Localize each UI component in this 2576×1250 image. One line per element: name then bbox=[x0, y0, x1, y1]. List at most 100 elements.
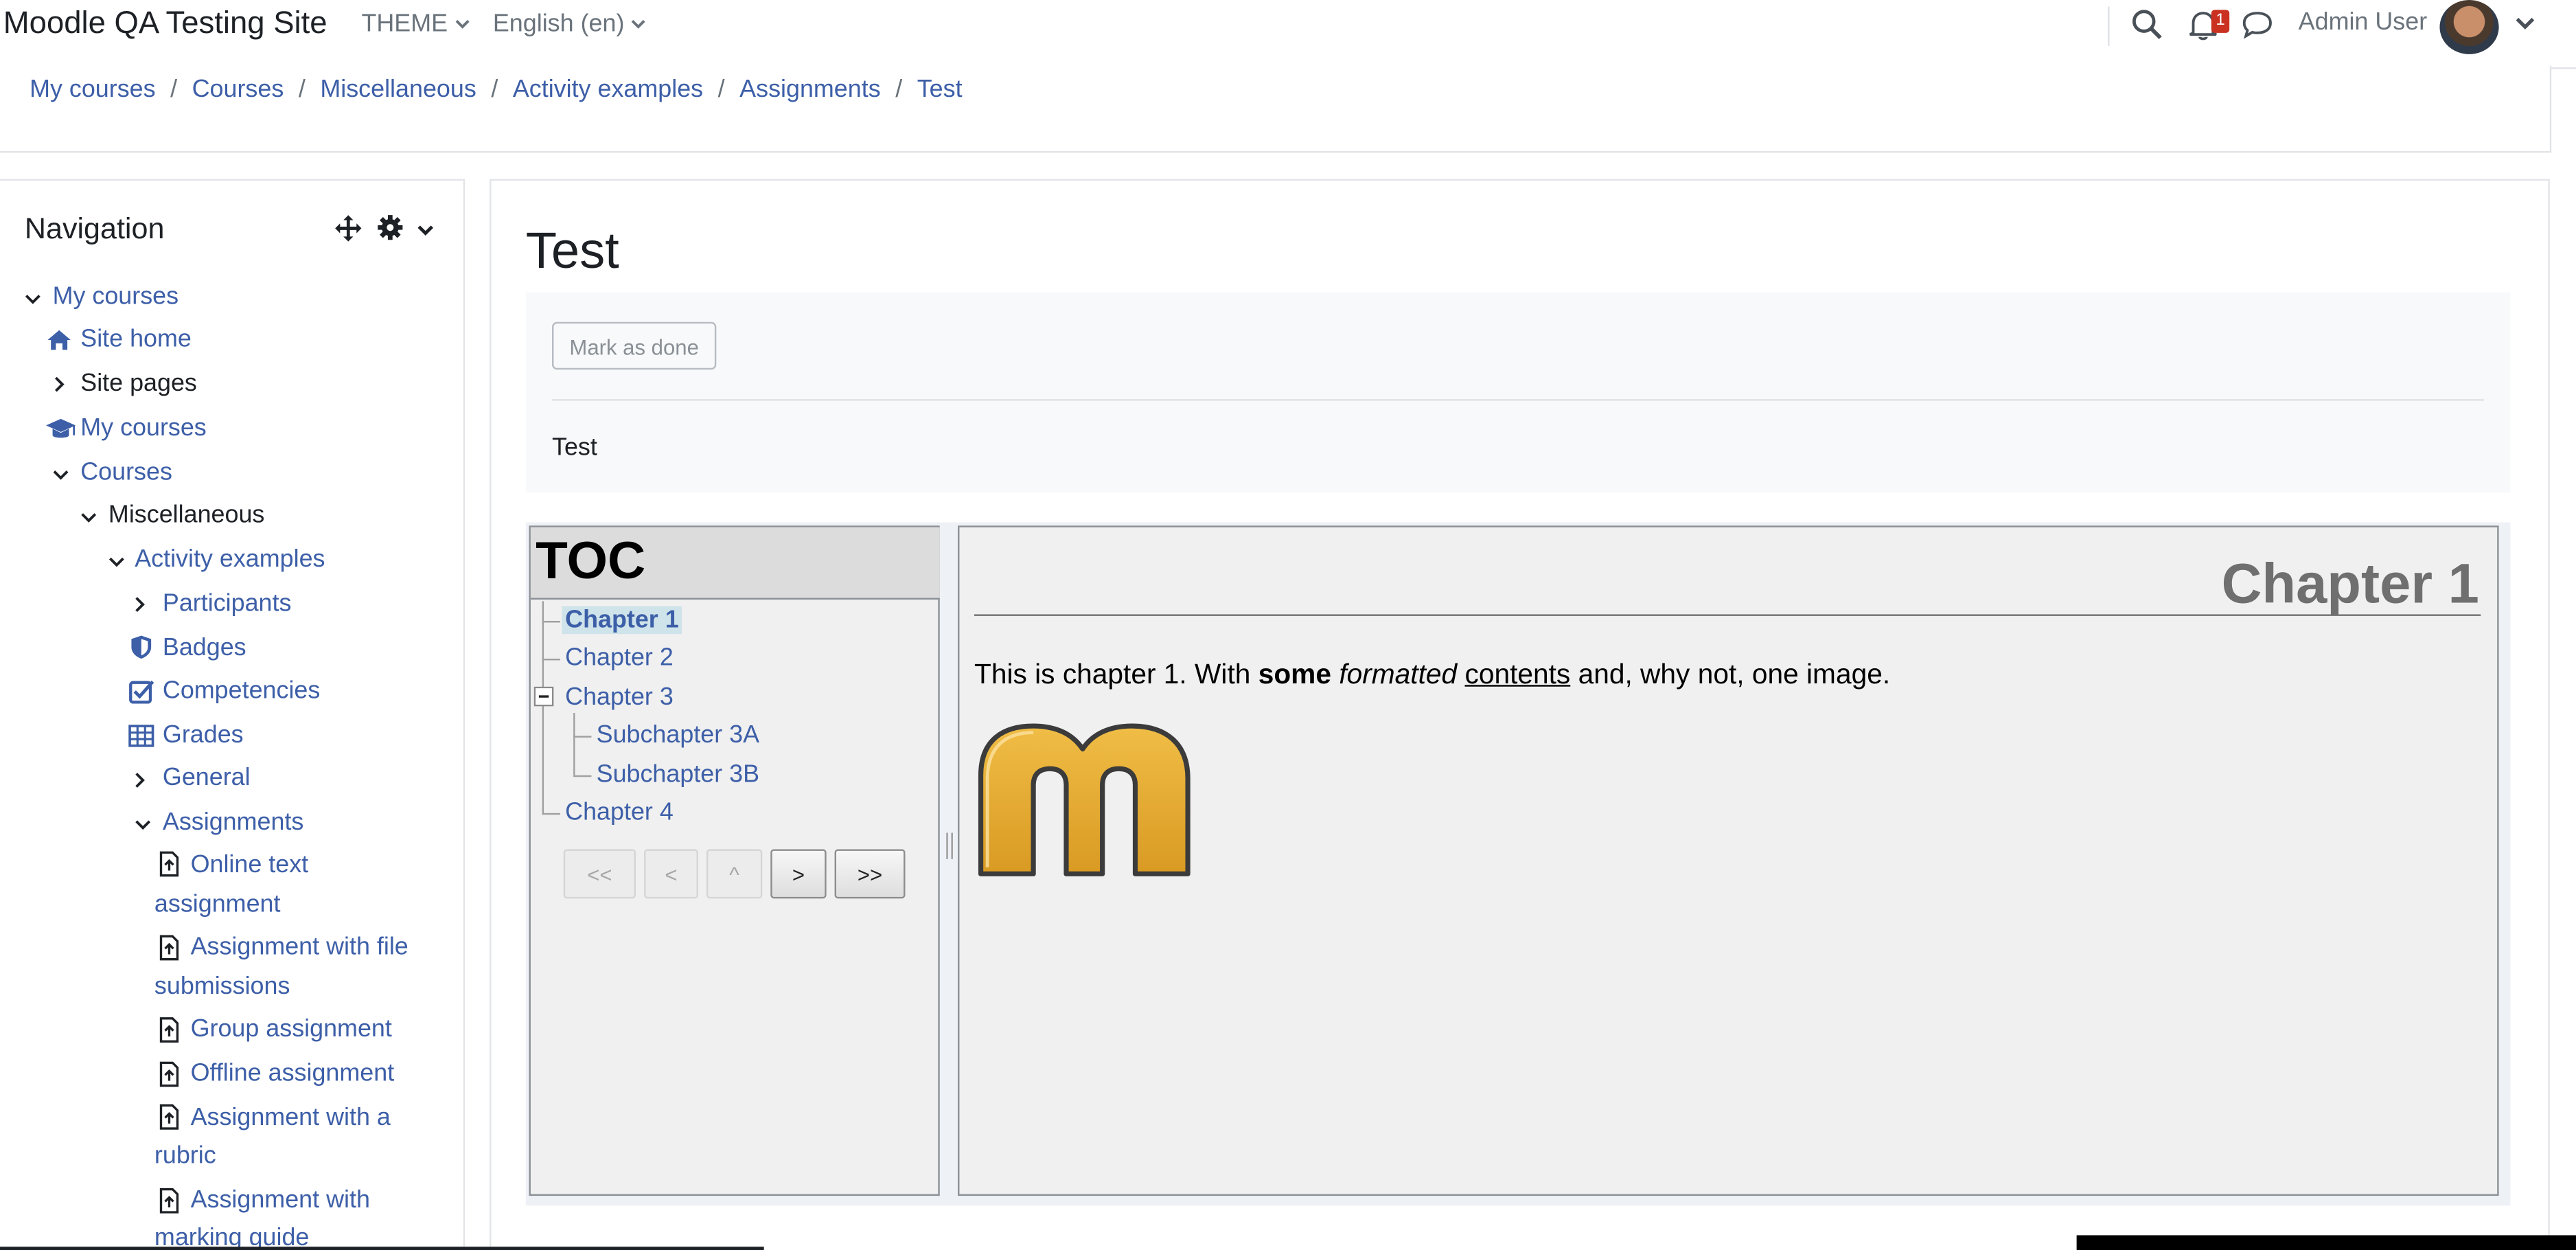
collapse-icon[interactable] bbox=[533, 686, 554, 707]
toc-tree-line bbox=[542, 812, 560, 815]
nav-item-badges[interactable]: Badges bbox=[163, 634, 246, 662]
nav-item-miscellaneous[interactable]: Miscellaneous bbox=[108, 501, 264, 529]
nav-item-my-courses-root[interactable]: My courses bbox=[53, 282, 179, 310]
chevron-right-icon[interactable] bbox=[131, 772, 148, 788]
navigation-title: Navigation bbox=[24, 212, 165, 245]
breadcrumb-item[interactable]: Assignments bbox=[739, 76, 880, 104]
divider bbox=[974, 614, 2481, 616]
nav-item-courses[interactable]: Courses bbox=[80, 458, 172, 486]
next-chapter-button[interactable]: > bbox=[770, 849, 827, 899]
nav-item-grades[interactable]: Grades bbox=[163, 721, 244, 749]
toc-tree-line bbox=[542, 621, 560, 623]
chapter-heading: Chapter 1 bbox=[2221, 553, 2479, 616]
activity-intro: Test bbox=[552, 433, 597, 462]
resize-handle[interactable] bbox=[946, 832, 953, 859]
chevron-down-icon bbox=[455, 20, 469, 29]
chevron-down-icon[interactable] bbox=[135, 817, 151, 833]
search-icon[interactable] bbox=[2129, 7, 2165, 43]
chapter-text-part: This is chapter 1. With bbox=[974, 659, 1258, 690]
toc-title: TOC bbox=[536, 530, 646, 590]
breadcrumb-item[interactable]: Activity examples bbox=[513, 76, 703, 104]
footer-bar bbox=[2076, 1235, 2576, 1250]
nav-item-assignment-line2[interactable]: assignment bbox=[154, 890, 281, 918]
toc-tree-line bbox=[573, 736, 592, 738]
shield-icon bbox=[131, 635, 152, 659]
page-title: Test bbox=[525, 221, 619, 280]
assignment-file-icon bbox=[159, 1061, 179, 1087]
breadcrumb-item[interactable]: Courses bbox=[192, 76, 284, 104]
chevron-down-icon[interactable] bbox=[25, 291, 41, 307]
chapter-text-italic: formatted bbox=[1339, 659, 1458, 690]
nav-item-site-home[interactable]: Site home bbox=[80, 326, 192, 354]
avatar[interactable] bbox=[2439, 0, 2499, 54]
chapter-text-bold: some bbox=[1258, 659, 1331, 690]
toc-tree-line bbox=[542, 601, 544, 815]
theme-menu-label: THEME bbox=[361, 10, 448, 38]
theme-menu[interactable]: THEME bbox=[361, 10, 469, 38]
chevron-down-icon[interactable] bbox=[2516, 13, 2535, 33]
breadcrumb-item[interactable]: My courses bbox=[30, 76, 156, 104]
nav-item-assignment[interactable]: Offline assignment bbox=[191, 1060, 395, 1088]
chevron-down-icon[interactable] bbox=[108, 554, 125, 570]
move-icon[interactable] bbox=[334, 214, 363, 243]
breadcrumb-separator: / bbox=[491, 76, 498, 104]
nav-item-assignments[interactable]: Assignments bbox=[163, 808, 303, 837]
moodle-logo-image bbox=[978, 723, 1191, 876]
chevron-right-icon[interactable] bbox=[51, 376, 67, 393]
chevron-right-icon[interactable] bbox=[131, 596, 148, 613]
messages-icon[interactable] bbox=[2240, 7, 2276, 43]
toc-subchapter-3b[interactable]: Subchapter 3B bbox=[597, 760, 759, 788]
language-menu-label: English (en) bbox=[492, 10, 625, 38]
notification-count-badge: 1 bbox=[2211, 10, 2230, 33]
nav-item-competencies[interactable]: Competencies bbox=[163, 677, 320, 705]
last-chapter-button[interactable]: >> bbox=[834, 849, 906, 899]
nav-item-assignment[interactable]: Assignment with a bbox=[191, 1104, 391, 1132]
chevron-down-icon[interactable] bbox=[53, 466, 69, 483]
home-icon bbox=[47, 330, 71, 350]
nav-item-assignment[interactable]: Assignment with bbox=[191, 1186, 370, 1214]
first-chapter-button[interactable]: << bbox=[563, 849, 636, 899]
chapter-text-part: and, why not, one image. bbox=[1570, 659, 1891, 690]
chapter-text: This is chapter 1. With some formatted c… bbox=[974, 659, 1890, 692]
breadcrumb-item[interactable]: Test bbox=[917, 76, 963, 104]
up-chapter-button[interactable]: ^ bbox=[706, 849, 763, 899]
nav-item-my-courses[interactable]: My courses bbox=[80, 414, 207, 442]
assignment-file-icon bbox=[159, 1188, 179, 1214]
chevron-down-icon bbox=[631, 20, 645, 29]
assignment-file-icon bbox=[159, 1104, 179, 1130]
chevron-down-icon[interactable] bbox=[80, 509, 97, 525]
user-menu-name[interactable]: Admin User bbox=[2299, 8, 2428, 36]
toc-chapter-1[interactable]: Chapter 1 bbox=[562, 606, 682, 635]
mark-as-done-button[interactable]: Mark as done bbox=[552, 321, 717, 370]
breadcrumb: My courses / Courses / Miscellaneous / Activit… bbox=[30, 76, 962, 104]
gear-icon[interactable] bbox=[376, 214, 404, 242]
nav-item-assignment[interactable]: Assignment with file bbox=[191, 933, 409, 961]
nav-item-assignment-line2[interactable]: submissions bbox=[154, 973, 290, 1001]
nav-item-assignment[interactable]: Online text bbox=[191, 851, 309, 879]
toc-chapter-2[interactable]: Chapter 2 bbox=[565, 644, 674, 672]
language-menu[interactable]: English (en) bbox=[493, 10, 646, 38]
nav-item-assignment[interactable]: Group assignment bbox=[191, 1015, 392, 1043]
breadcrumb-item[interactable]: Miscellaneous bbox=[320, 76, 476, 104]
toc-tree-line bbox=[573, 712, 575, 775]
chapter-text-underline: contents bbox=[1464, 659, 1571, 690]
site-name[interactable]: Moodle QA Testing Site bbox=[3, 7, 327, 43]
page-footer-line bbox=[0, 1247, 764, 1250]
assignment-file-icon bbox=[159, 851, 179, 877]
nav-item-participants[interactable]: Participants bbox=[163, 590, 292, 618]
assignment-file-icon bbox=[159, 1017, 179, 1043]
previous-chapter-button[interactable]: < bbox=[644, 849, 698, 899]
chevron-down-icon[interactable] bbox=[417, 222, 434, 238]
toc-chapter-4[interactable]: Chapter 4 bbox=[565, 798, 674, 826]
nav-item-assignment-line2[interactable]: rubric bbox=[154, 1141, 216, 1170]
divider bbox=[552, 399, 2485, 401]
toc-subchapter-3a[interactable]: Subchapter 3A bbox=[597, 721, 759, 749]
toc-chapter-3[interactable]: Chapter 3 bbox=[565, 683, 674, 712]
nav-item-general[interactable]: General bbox=[163, 764, 251, 792]
breadcrumb-separator: / bbox=[170, 76, 178, 104]
toc-tree-line bbox=[573, 775, 592, 777]
nav-item-site-pages[interactable]: Site pages bbox=[80, 370, 197, 398]
breadcrumb-separator: / bbox=[895, 76, 903, 104]
nav-item-activity-examples[interactable]: Activity examples bbox=[135, 545, 325, 573]
activity-header bbox=[525, 292, 2511, 493]
